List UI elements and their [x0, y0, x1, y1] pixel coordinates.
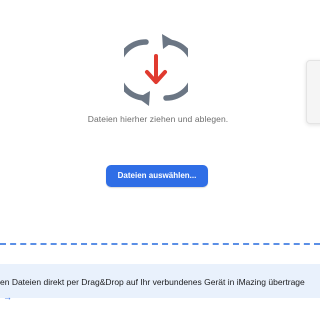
sync-download-icon — [124, 34, 188, 106]
file-drop-zone[interactable]: Dateien hierher ziehen und ablegen. Date… — [0, 0, 320, 243]
arrow-right-icon[interactable]: → — [3, 292, 12, 302]
drop-hint-text: Dateien hierher ziehen und ablegen. — [87, 114, 229, 124]
dashed-divider — [0, 243, 320, 245]
info-banner-text: en Dateien direkt per Drag&Drop auf Ihr … — [0, 277, 305, 287]
select-files-button[interactable]: Dateien auswählen... — [106, 165, 208, 187]
side-preview-panel — [306, 60, 320, 124]
imazing-drop-page: Dateien hierher ziehen und ablegen. Date… — [0, 0, 320, 320]
